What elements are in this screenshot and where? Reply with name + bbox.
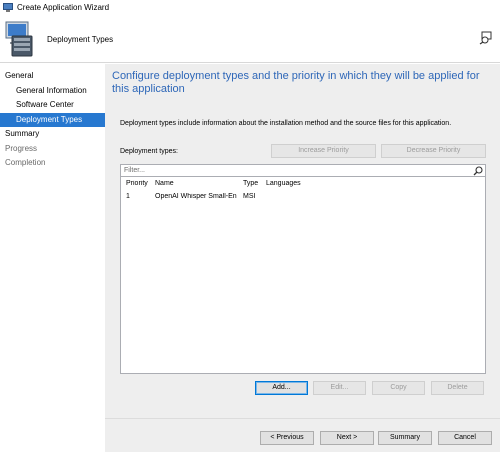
increase-priority-button[interactable]: Increase Priority xyxy=(271,144,376,158)
delete-button[interactable]: Delete xyxy=(431,381,484,395)
column-header-type[interactable]: Type xyxy=(243,180,265,187)
filter-placeholder: Filter... xyxy=(124,167,146,174)
wizard-icon xyxy=(3,2,13,12)
help-icon[interactable] xyxy=(479,31,493,45)
filter-input[interactable]: Filter... xyxy=(120,164,486,177)
previous-button[interactable]: < Previous xyxy=(260,431,314,445)
next-button[interactable]: Next > xyxy=(320,431,374,445)
sidebar-item-summary[interactable]: Summary xyxy=(0,127,105,142)
deployment-types-label: Deployment types: xyxy=(120,148,178,155)
table-row[interactable]: 1 OpenAI Whisper Small-En MSI xyxy=(121,193,485,204)
wizard-header: Deployment Types xyxy=(0,14,500,63)
sidebar-item-software-center[interactable]: Software Center xyxy=(0,98,105,113)
column-header-name[interactable]: Name xyxy=(155,180,239,187)
wizard-steps-sidebar: General General Information Software Cen… xyxy=(0,64,105,452)
page-title: Deployment Types xyxy=(47,35,114,44)
window-title: Create Application Wizard xyxy=(17,2,110,12)
row-priority: 1 xyxy=(126,193,130,200)
column-header-priority[interactable]: Priority xyxy=(126,180,154,187)
row-type: MSI xyxy=(243,193,256,200)
title-bar: Create Application Wizard xyxy=(0,0,500,14)
main-content: Configure deployment types and the prior… xyxy=(105,64,500,452)
footer-divider xyxy=(105,418,500,419)
search-icon[interactable] xyxy=(473,166,483,176)
section-heading: Configure deployment types and the prior… xyxy=(112,70,480,95)
deployment-types-list[interactable]: Priority Name Type Languages 1 OpenAI Wh… xyxy=(120,177,486,374)
sidebar-item-progress: Progress xyxy=(5,143,38,153)
add-button[interactable]: Add... xyxy=(255,381,308,395)
summary-button[interactable]: Summary xyxy=(378,431,432,445)
list-header: Priority Name Type Languages xyxy=(121,180,485,191)
sidebar-item-completion: Completion xyxy=(5,158,46,167)
sidebar-item-deployment-types[interactable]: Deployment Types xyxy=(0,112,105,127)
row-name: OpenAI Whisper Small-En xyxy=(155,193,237,200)
computer-icon xyxy=(5,21,33,57)
description-text: Deployment types include information abo… xyxy=(120,120,452,127)
decrease-priority-button[interactable]: Decrease Priority xyxy=(381,144,486,158)
copy-button[interactable]: Copy xyxy=(372,381,425,395)
column-header-languages[interactable]: Languages xyxy=(266,180,366,187)
sidebar-item-general-information[interactable]: General Information xyxy=(0,84,105,99)
edit-button[interactable]: Edit... xyxy=(313,381,366,395)
sidebar-item-general[interactable]: General xyxy=(0,69,105,84)
cancel-button[interactable]: Cancel xyxy=(438,431,492,445)
